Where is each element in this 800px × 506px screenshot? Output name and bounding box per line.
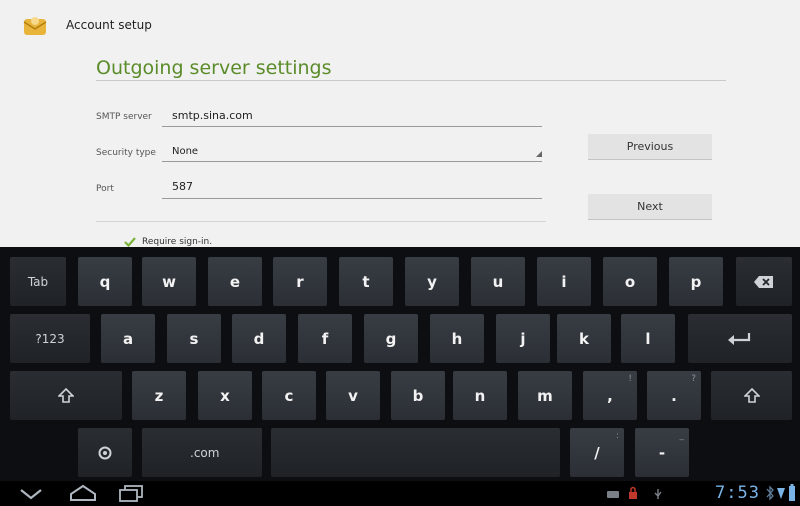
- shift-key-left[interactable]: [10, 371, 122, 420]
- settings-key[interactable]: [78, 428, 132, 477]
- port-label: Port: [96, 184, 114, 194]
- smtp-server-label: SMTP server: [96, 112, 152, 122]
- key-s[interactable]: s: [167, 314, 221, 363]
- slash-label: /: [594, 443, 600, 462]
- key-slash[interactable]: / :: [570, 428, 624, 477]
- checkmark-icon: [124, 237, 136, 247]
- symbols-key[interactable]: ?123: [10, 314, 90, 363]
- backspace-key[interactable]: [736, 257, 792, 306]
- period-hint: ?: [691, 374, 696, 384]
- shift-icon: [743, 387, 760, 403]
- key-m[interactable]: m: [518, 371, 572, 420]
- previous-button[interactable]: Previous: [588, 134, 712, 160]
- key-b[interactable]: b: [391, 371, 445, 420]
- key-c[interactable]: c: [262, 371, 316, 420]
- section-divider: [96, 221, 546, 222]
- key-p[interactable]: p: [669, 257, 723, 306]
- recent-apps-icon[interactable]: [118, 484, 144, 502]
- dotcom-key[interactable]: .com: [142, 428, 262, 477]
- system-bar: 7:53: [0, 481, 800, 506]
- battery-icon: [789, 484, 795, 501]
- backspace-icon: [754, 275, 773, 288]
- space-key[interactable]: [271, 428, 560, 477]
- security-type-underline: [162, 161, 542, 162]
- page-title: Outgoing server settings: [96, 57, 332, 79]
- port-input[interactable]: 587: [172, 180, 193, 193]
- key-t[interactable]: t: [339, 257, 393, 306]
- wifi-signal-icon: [777, 488, 785, 499]
- settings-icon: [98, 446, 112, 459]
- next-button[interactable]: Next: [588, 194, 712, 220]
- bluetooth-icon: [766, 485, 774, 501]
- comma-hint: !: [628, 374, 632, 384]
- key-period[interactable]: . ?: [647, 371, 701, 420]
- comma-label: ,: [607, 386, 613, 405]
- key-comma[interactable]: , !: [583, 371, 637, 420]
- title-divider: [96, 80, 726, 81]
- key-k[interactable]: k: [557, 314, 611, 363]
- tab-key[interactable]: Tab: [10, 257, 66, 306]
- key-q[interactable]: q: [78, 257, 132, 306]
- enter-key[interactable]: [688, 314, 792, 363]
- key-o[interactable]: o: [603, 257, 657, 306]
- dash-label: -: [658, 443, 666, 462]
- key-g[interactable]: g: [364, 314, 418, 363]
- usb-icon: [654, 489, 662, 499]
- dropdown-arrow-icon[interactable]: [536, 151, 542, 157]
- dash-hint: _: [679, 431, 685, 441]
- key-u[interactable]: u: [471, 257, 525, 306]
- key-w[interactable]: w: [142, 257, 196, 306]
- key-dash[interactable]: - _: [635, 428, 689, 477]
- key-n[interactable]: n: [453, 371, 507, 420]
- key-v[interactable]: v: [326, 371, 380, 420]
- account-setup-screen: Account setup Outgoing server settings S…: [0, 0, 800, 247]
- hide-keyboard-icon[interactable]: [18, 487, 44, 501]
- port-underline: [162, 198, 542, 199]
- smtp-server-underline: [162, 126, 542, 127]
- enter-icon: [728, 332, 751, 345]
- require-signin-checkbox[interactable]: Require sign-in.: [124, 237, 212, 247]
- app-title: Account setup: [66, 18, 152, 32]
- key-h[interactable]: h: [430, 314, 484, 363]
- key-z[interactable]: z: [132, 371, 186, 420]
- key-j[interactable]: j: [496, 314, 550, 363]
- key-i[interactable]: i: [537, 257, 591, 306]
- security-type-label: Security type: [96, 148, 156, 158]
- slash-hint: :: [615, 431, 619, 441]
- key-e[interactable]: e: [208, 257, 262, 306]
- key-y[interactable]: y: [405, 257, 459, 306]
- home-icon[interactable]: [68, 484, 98, 502]
- key-f[interactable]: f: [298, 314, 352, 363]
- period-label: .: [671, 386, 677, 405]
- lock-icon: [629, 486, 637, 499]
- require-signin-label: Require sign-in.: [142, 237, 213, 247]
- key-d[interactable]: d: [232, 314, 286, 363]
- keyboard-notification-icon: [607, 491, 619, 498]
- security-type-spinner[interactable]: None: [172, 146, 198, 157]
- key-r[interactable]: r: [273, 257, 327, 306]
- smtp-server-input[interactable]: smtp.sina.com: [172, 109, 253, 122]
- key-l[interactable]: l: [621, 314, 675, 363]
- email-app-icon: [23, 17, 47, 35]
- shift-icon: [58, 387, 74, 403]
- soft-keyboard: Tab q w e r t y u i o p ?123 a s d f g h…: [0, 247, 800, 481]
- status-clock: 7:53: [715, 483, 760, 503]
- key-a[interactable]: a: [101, 314, 155, 363]
- shift-key-right[interactable]: [711, 371, 792, 420]
- key-x[interactable]: x: [198, 371, 252, 420]
